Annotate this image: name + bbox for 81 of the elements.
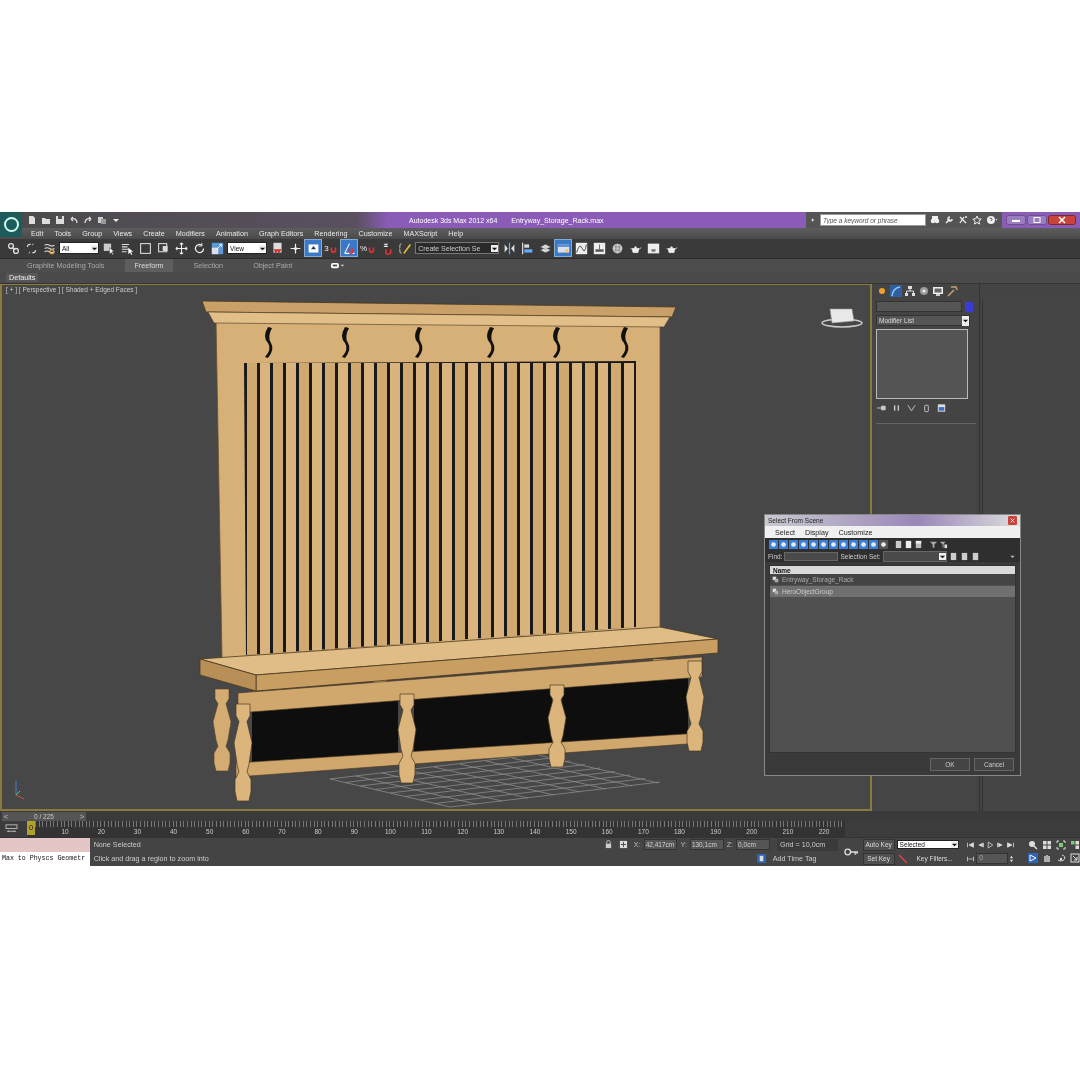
zoom-icon[interactable] [1028, 840, 1038, 850]
object-type-icon[interactable] [849, 539, 858, 549]
find-field[interactable] [784, 551, 839, 561]
close-icon[interactable] [1048, 215, 1076, 225]
hammer-icon[interactable] [946, 285, 958, 298]
angle-magnet-icon[interactable] [341, 240, 357, 257]
minimize-icon[interactable] [1006, 215, 1026, 225]
help-icon[interactable] [986, 215, 998, 225]
undo-icon[interactable] [69, 215, 79, 225]
filter-icon[interactable] [939, 539, 948, 549]
curve-editor-icon[interactable] [5, 823, 18, 835]
group-icon [772, 588, 779, 596]
object-type-icon[interactable] [869, 539, 878, 549]
modifier-stack[interactable] [876, 329, 968, 400]
skip-start-icon[interactable] [966, 841, 976, 849]
close-icon[interactable] [1008, 516, 1017, 526]
object-type-icon[interactable] [829, 539, 838, 549]
scale-icon[interactable] [209, 240, 225, 257]
object-type-icon[interactable] [809, 539, 818, 549]
caret-icon[interactable] [962, 317, 969, 325]
percent-snap-toggle[interactable]: % [359, 240, 378, 257]
caret-icon[interactable] [938, 552, 946, 560]
ribbon-toggle-icon[interactable] [331, 261, 346, 269]
selection-set-dropdown[interactable] [882, 550, 947, 562]
wheel-icon[interactable] [918, 285, 930, 298]
object-type-icon[interactable] [799, 539, 808, 549]
object-type-icon[interactable] [819, 539, 828, 549]
object-type-icon[interactable] [779, 539, 788, 549]
zoom-extents-icon[interactable] [1056, 840, 1066, 850]
skip-end-icon[interactable] [1006, 841, 1016, 849]
maximize-icon[interactable] [1070, 853, 1080, 863]
view-cube-icon[interactable] [821, 308, 863, 328]
snap-toggle[interactable]: 3 [323, 240, 339, 257]
time-tag-icon[interactable] [756, 854, 766, 864]
key-icon[interactable] [843, 848, 859, 856]
curve-icon[interactable] [573, 240, 590, 257]
rectangle-icon[interactable] [137, 240, 153, 257]
previous-frame-icon[interactable] [976, 841, 986, 849]
new-file-icon[interactable] [27, 215, 37, 225]
field-of-view-icon[interactable] [1028, 853, 1038, 863]
object-type-icon[interactable] [879, 539, 888, 549]
star-icon[interactable] [972, 215, 982, 225]
object-type-icon[interactable] [789, 539, 798, 549]
folder-icon[interactable] [41, 215, 51, 225]
play-icon[interactable] [986, 841, 996, 849]
caret-icon[interactable] [91, 244, 98, 252]
filter-icon[interactable] [929, 539, 938, 549]
object-name-field[interactable] [876, 301, 962, 313]
redo-icon[interactable] [83, 215, 93, 225]
zoom-all-icon[interactable] [1042, 840, 1052, 850]
crosshair-icon[interactable] [618, 840, 628, 850]
chain-link-icon[interactable] [5, 240, 21, 257]
listener-input[interactable] [0, 838, 90, 852]
orbit-icon[interactable] [1056, 853, 1066, 863]
app-logo-icon[interactable] [0, 212, 22, 237]
caret-icon[interactable] [491, 244, 499, 252]
hierarchy-icon[interactable] [904, 285, 916, 298]
caret-icon[interactable] [259, 244, 266, 252]
color-swatch[interactable] [965, 301, 973, 312]
caret-icon[interactable] [950, 841, 958, 849]
project-folder-icon[interactable] [97, 215, 107, 225]
pause-icon[interactable] [891, 403, 902, 414]
key-mode-icon[interactable] [966, 855, 976, 863]
zoom-extents-all-icon[interactable] [1070, 840, 1080, 850]
object-type-icon[interactable] [859, 539, 868, 549]
curve-icon[interactable] [890, 285, 902, 298]
move-icon[interactable] [173, 240, 189, 257]
object-type-icon[interactable] [839, 539, 848, 549]
document-icon[interactable] [914, 539, 923, 549]
axis-tripod-icon [15, 780, 25, 800]
pencil-icon[interactable] [397, 240, 414, 257]
save-icon[interactable] [55, 215, 65, 225]
lock-icon[interactable] [603, 840, 613, 850]
wrench-icon[interactable] [944, 215, 954, 225]
object-type-icon[interactable] [769, 539, 778, 549]
monitor-icon[interactable] [932, 285, 944, 298]
restore-icon[interactable] [1027, 215, 1047, 225]
configure-icon[interactable] [936, 403, 947, 414]
binoculars-icon[interactable] [930, 215, 940, 225]
hierarchy-icon[interactable] [591, 240, 608, 257]
group-icon [772, 576, 779, 584]
